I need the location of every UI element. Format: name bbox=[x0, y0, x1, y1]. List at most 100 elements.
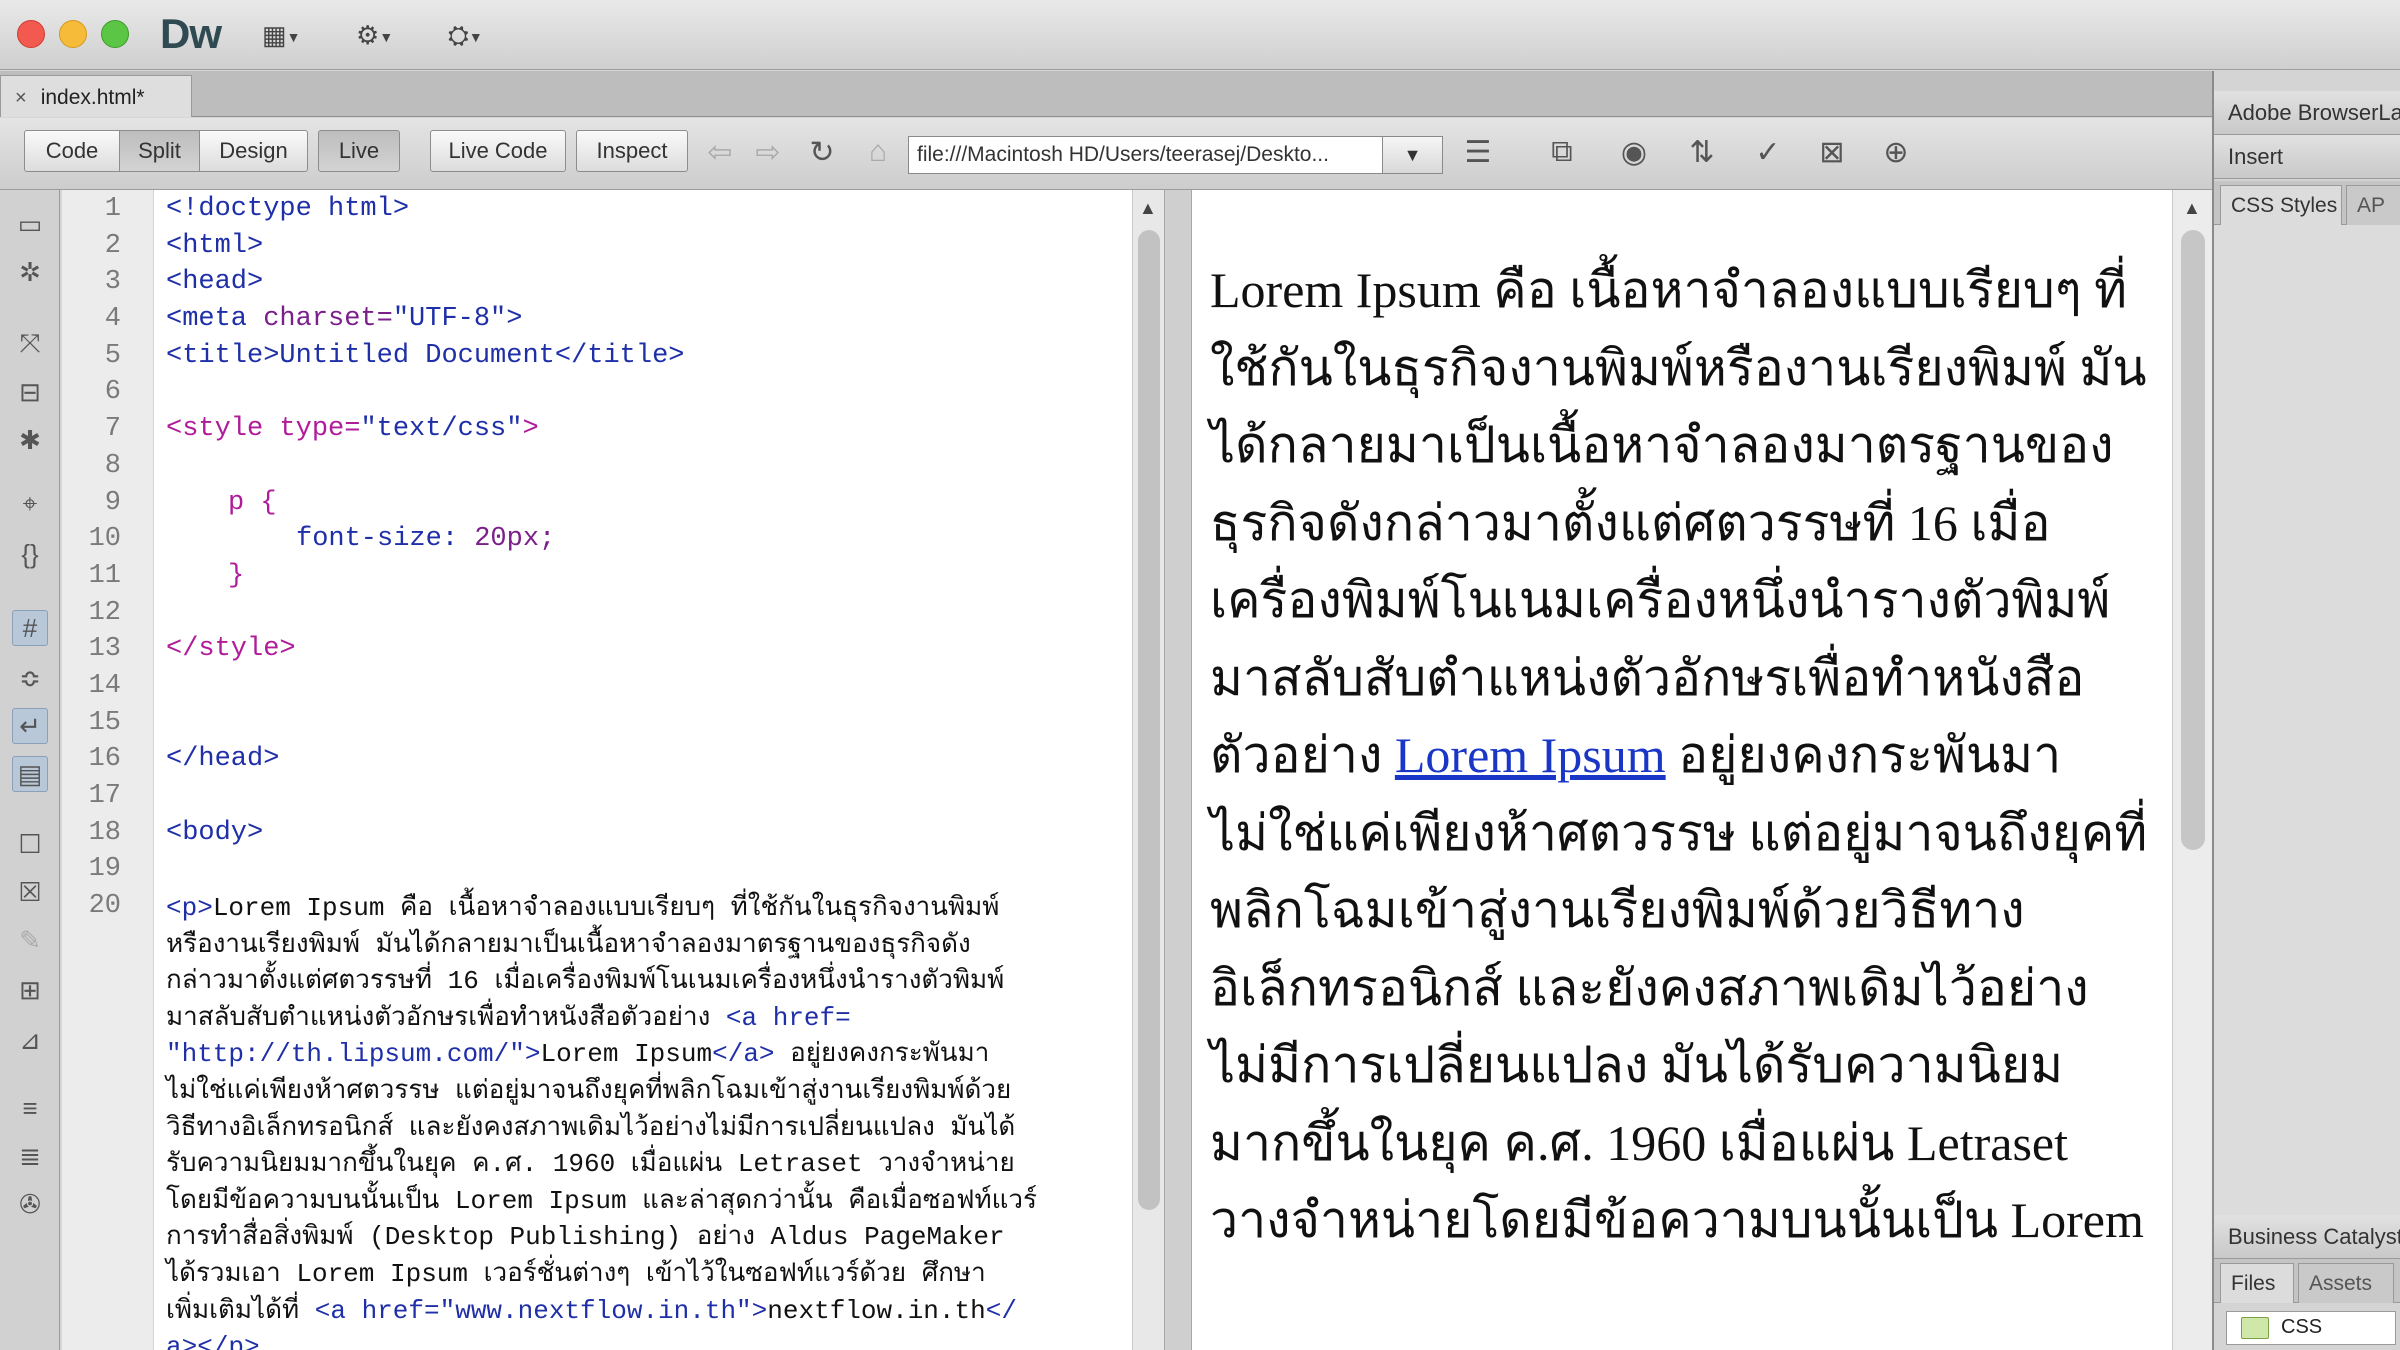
code-editor[interactable]: <!doctype html> <html> <head> <meta char… bbox=[154, 190, 1132, 1350]
document-options-icon[interactable]: ☰ bbox=[1458, 132, 1498, 172]
minimize-window-button[interactable] bbox=[59, 20, 87, 48]
back-icon[interactable]: ⇦ bbox=[700, 132, 740, 172]
indent-code-icon[interactable]: ≡ bbox=[12, 1090, 48, 1126]
tab-assets[interactable]: Assets bbox=[2298, 1263, 2394, 1303]
panel-adobe-browserlab[interactable]: Adobe BrowserLab bbox=[2214, 91, 2400, 135]
tab-files[interactable]: Files bbox=[2220, 1263, 2294, 1303]
site-select[interactable]: CSS bbox=[2226, 1311, 2396, 1345]
code-line: ไม่ใช่แค่เพียงห้าศตวรรษ แต่อยู่มาจนถึงยุ… bbox=[166, 1075, 1012, 1106]
live-view-scrollbar[interactable]: ▲ bbox=[2172, 190, 2212, 1350]
code-line: p { bbox=[228, 488, 277, 518]
extend-menu[interactable]: ⚙▼ bbox=[356, 20, 393, 52]
select-parent-tag-icon[interactable]: ⌖ bbox=[12, 486, 48, 522]
line-number: 19 bbox=[88, 854, 121, 884]
title-bar: Dw ▦▼ ⚙▼ ⛭▼ bbox=[0, 0, 2400, 70]
live-view[interactable]: Lorem Ipsum คือ เนื้อหาจำลองแบบเรียบๆ ที… bbox=[1192, 190, 2172, 1350]
format-source-icon[interactable]: ✇ bbox=[12, 1186, 48, 1222]
visual-aids-icon[interactable]: ⊠ bbox=[1812, 132, 1852, 172]
code-line: <html> bbox=[166, 231, 264, 261]
live-view-button[interactable]: Live bbox=[318, 130, 400, 172]
live-code-button[interactable]: Live Code bbox=[430, 130, 566, 172]
document-tab-bar: × index.html* bbox=[0, 71, 2212, 117]
check-browser-icon[interactable]: ⊕ bbox=[1876, 132, 1916, 172]
word-wrap-icon[interactable]: ↵ bbox=[12, 708, 48, 744]
code-scrollbar-thumb[interactable] bbox=[1138, 230, 1160, 1210]
refresh-icon[interactable]: ↻ bbox=[802, 132, 842, 172]
tab-css-styles[interactable]: CSS Styles bbox=[2220, 185, 2342, 225]
forward-icon[interactable]: ⇨ bbox=[748, 132, 788, 172]
scroll-up-icon[interactable]: ▲ bbox=[2183, 198, 2201, 219]
code-token: <p> bbox=[166, 893, 213, 923]
code-line: <title>Untitled Document</title> bbox=[166, 341, 685, 371]
balance-braces-icon[interactable]: {} bbox=[12, 536, 48, 572]
line-numbers-icon[interactable]: # bbox=[12, 610, 48, 646]
code-line: "http://th.lipsum.com/">Lorem Ipsum</a> … bbox=[166, 1036, 1126, 1073]
panel-insert[interactable]: Insert bbox=[2214, 135, 2400, 179]
code-text: Lorem Ipsum bbox=[540, 1039, 713, 1070]
code-line: <body> bbox=[166, 818, 264, 848]
coding-toolbar: ▭ ✲ ⤧ ⊟ ✱ ⌖ {} # ≎ ↵ ▤ ☐ ☒ ✎ ⊞ ⊿ ≡ ≣ ✇ bbox=[0, 190, 60, 1350]
syntax-coloring-icon[interactable]: ▤ bbox=[12, 756, 48, 792]
code-token: "UTF-8" bbox=[392, 304, 507, 334]
document-tab-index[interactable]: × index.html* bbox=[0, 75, 192, 117]
code-line: รับความนิยมมากขึ้นในยุค ค.ศ. 1960 เมื่อแ… bbox=[166, 1149, 1015, 1180]
panel-business-catalyst[interactable]: Business Catalyst bbox=[2214, 1215, 2400, 1259]
code-token: 20px; bbox=[474, 524, 556, 554]
address-dropdown-icon[interactable]: ▼ bbox=[1383, 136, 1443, 174]
inspect-button[interactable]: Inspect bbox=[576, 130, 688, 172]
close-tab-icon[interactable]: × bbox=[15, 87, 27, 109]
panel-dock: Adobe BrowserLab Insert CSS Styles AP Bu… bbox=[2212, 71, 2400, 1350]
folder-icon bbox=[2241, 1317, 2269, 1339]
w3c-validation-icon[interactable]: ✓ bbox=[1748, 132, 1788, 172]
address-field[interactable]: file:///Macintosh HD/Users/teerasej/Desk… bbox=[908, 136, 1383, 174]
code-scrollbar[interactable]: ▲ bbox=[1132, 190, 1164, 1350]
paragraph-code: <p>Lorem Ipsum คือ เนื้อหาจำลองแบบเรียบๆ… bbox=[166, 890, 1126, 1350]
site-menu[interactable]: ⛭▼ bbox=[448, 20, 483, 52]
site-name: CSS bbox=[2281, 1316, 2323, 1338]
wrap-tag-icon[interactable]: ✎ bbox=[12, 922, 48, 958]
live-link-lorem-ipsum[interactable]: Lorem Ipsum bbox=[1395, 727, 1666, 783]
code-line: </head> bbox=[166, 744, 280, 774]
split-view-button[interactable]: Split bbox=[120, 130, 200, 172]
show-code-navigator-icon[interactable]: ✲ bbox=[12, 254, 48, 290]
move-css-icon[interactable]: ⊿ bbox=[12, 1022, 48, 1058]
split-view-divider[interactable] bbox=[1164, 190, 1192, 1350]
highlight-invalid-code-icon[interactable]: ≎ bbox=[12, 660, 48, 696]
tab-ap-elements[interactable]: AP bbox=[2346, 185, 2400, 225]
line-number: 2 bbox=[104, 231, 121, 261]
preview-browser-icon[interactable]: ◉ bbox=[1614, 132, 1654, 172]
code-line: หรืองานเรียงพิมพ์ มันได้กลายมาเป็นเนื้อห… bbox=[166, 929, 971, 960]
code-text: อยู่ยงคงกระพันมา bbox=[774, 1039, 990, 1070]
home-icon[interactable]: ⌂ bbox=[858, 132, 898, 172]
code-line: } bbox=[228, 561, 245, 591]
recent-snippets-icon[interactable]: ⊞ bbox=[12, 972, 48, 1008]
multiscreen-icon[interactable]: ⧉ bbox=[1542, 132, 1582, 172]
code-token: > bbox=[524, 1039, 541, 1070]
code-view-button[interactable]: Code bbox=[24, 130, 120, 172]
layout-menu[interactable]: ▦▼ bbox=[262, 20, 300, 52]
line-number: 10 bbox=[88, 524, 121, 554]
live-scrollbar-thumb[interactable] bbox=[2181, 230, 2205, 850]
code-line: <p>Lorem Ipsum คือ เนื้อหาจำลองแบบเรียบๆ… bbox=[166, 890, 1126, 927]
code-line: กล่าวมาตั้งแต่ศตวรรษที่ 16 เมื่อเครื่องพ… bbox=[166, 966, 1005, 997]
scroll-up-icon[interactable]: ▲ bbox=[1139, 198, 1157, 219]
document-tab-label: index.html* bbox=[40, 86, 145, 109]
code-token: <a href= bbox=[725, 1002, 851, 1033]
design-view-button[interactable]: Design bbox=[200, 130, 308, 172]
open-documents-icon[interactable]: ▭ bbox=[12, 206, 48, 242]
line-number-gutter: 1 2 3 4 5 6 7 8 9 10 11 12 13 14 15 16 1… bbox=[62, 190, 154, 1350]
line-number: 9 bbox=[104, 488, 121, 518]
apply-comment-icon[interactable]: ☐ bbox=[12, 826, 48, 862]
outdent-code-icon[interactable]: ≣ bbox=[12, 1138, 48, 1174]
expand-all-icon[interactable]: ✱ bbox=[12, 422, 48, 458]
zoom-window-button[interactable] bbox=[101, 20, 129, 48]
remove-comment-icon[interactable]: ☒ bbox=[12, 874, 48, 910]
close-window-button[interactable] bbox=[17, 20, 45, 48]
collapse-tag-icon[interactable]: ⤧ bbox=[12, 326, 48, 362]
line-number: 7 bbox=[104, 414, 121, 444]
line-number: 14 bbox=[88, 671, 121, 701]
line-number: 3 bbox=[104, 267, 121, 297]
code-line: <style type="text/css"> bbox=[166, 414, 539, 444]
collapse-selection-icon[interactable]: ⊟ bbox=[12, 374, 48, 410]
file-management-icon[interactable]: ⇅ bbox=[1682, 132, 1722, 172]
